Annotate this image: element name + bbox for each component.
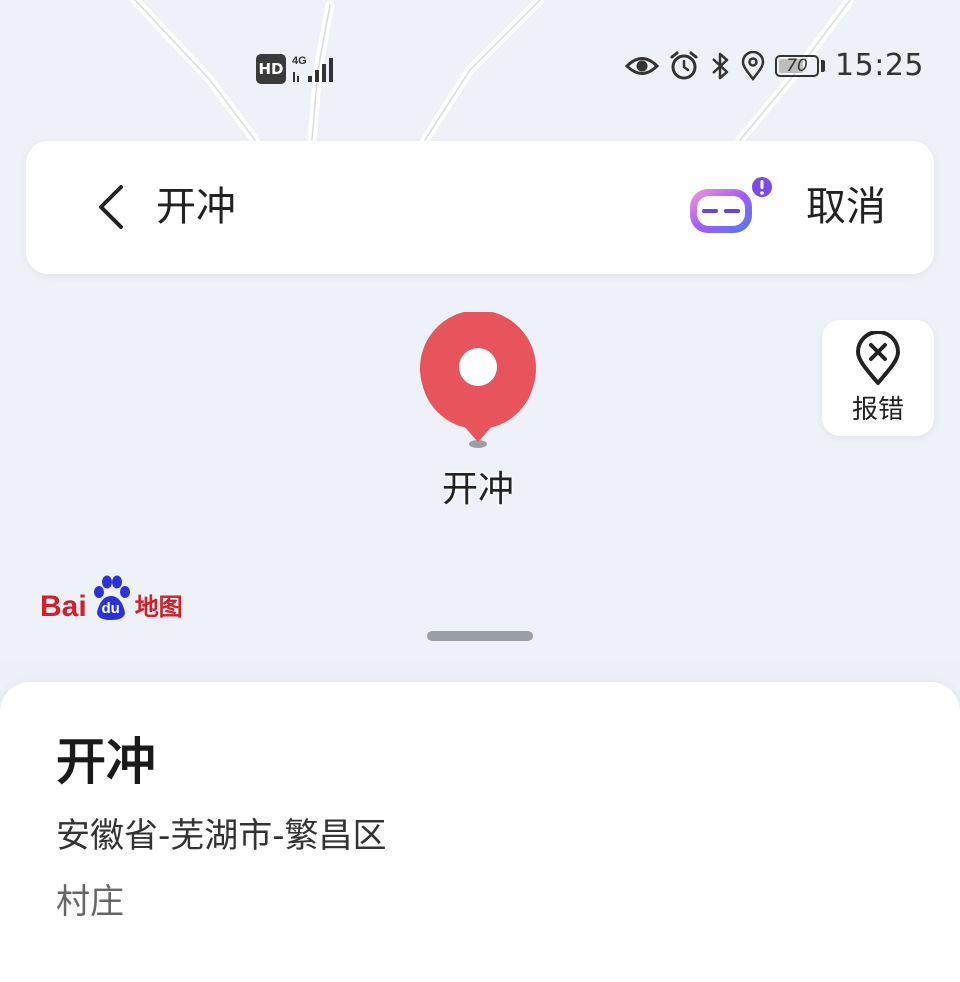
place-name: 开冲 bbox=[56, 733, 156, 791]
logo-map-text: 地图 bbox=[134, 593, 183, 621]
signal-icon: 4G bbox=[292, 55, 333, 82]
logo-bai: Bai bbox=[40, 590, 87, 623]
marker-label: 开冲 bbox=[441, 469, 514, 510]
status-bar: HD 4G 70 15:25 bbox=[0, 40, 960, 104]
location-marker[interactable] bbox=[418, 310, 538, 452]
status-left: HD 4G bbox=[256, 52, 340, 86]
battery-level: 70 bbox=[786, 55, 808, 76]
bluetooth-icon bbox=[712, 52, 729, 79]
battery-indicator: 70 bbox=[775, 54, 820, 77]
network-type: 4G bbox=[292, 55, 307, 67]
place-address: 安徽省-芜湖市-繁昌区 bbox=[56, 816, 387, 856]
map-marker-icon bbox=[420, 310, 536, 448]
baidu-map-logo: Bai du 地图 bbox=[40, 574, 183, 622]
cancel-button[interactable]: 取消 bbox=[806, 177, 886, 237]
hd-badge: HD bbox=[256, 54, 286, 84]
ai-assistant-icon bbox=[690, 177, 772, 233]
report-error-label: 报错 bbox=[851, 394, 904, 425]
location-icon bbox=[741, 50, 765, 81]
search-query[interactable]: 开冲 bbox=[156, 177, 236, 237]
logo-du: du bbox=[101, 600, 120, 617]
baidu-paw-icon: du bbox=[89, 574, 133, 622]
chevron-left-icon bbox=[99, 185, 123, 229]
battery-cap bbox=[821, 59, 826, 72]
back-button[interactable] bbox=[96, 177, 156, 237]
sheet-drag-handle[interactable] bbox=[427, 631, 533, 641]
status-right: 70 15:25 bbox=[625, 48, 924, 83]
place-category: 村庄 bbox=[56, 882, 124, 922]
status-time: 15:25 bbox=[835, 48, 924, 83]
alarm-icon bbox=[670, 51, 698, 79]
report-error-button[interactable]: 报错 bbox=[822, 320, 934, 436]
ai-assistant-button[interactable] bbox=[686, 175, 776, 241]
search-bar: 开冲 取消 bbox=[26, 141, 934, 274]
map-pin-x-icon bbox=[856, 330, 900, 385]
place-detail-sheet: 开冲 安徽省-芜湖市-繁昌区 村庄 bbox=[0, 682, 960, 982]
eye-icon bbox=[625, 56, 660, 75]
